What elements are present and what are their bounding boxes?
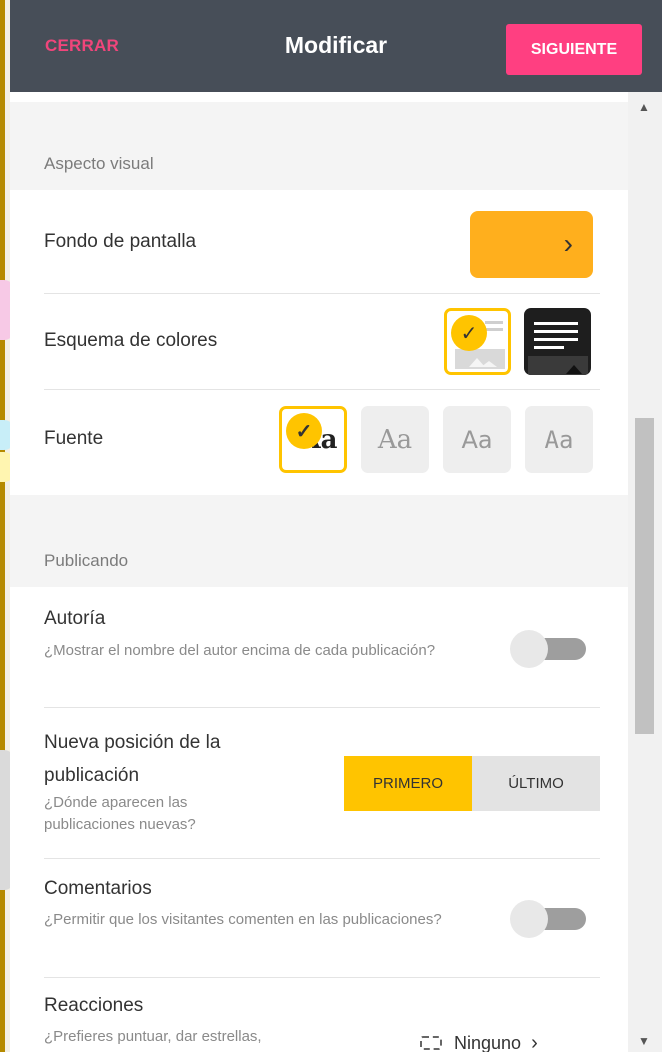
font-option-2[interactable]: Aa [361, 406, 429, 473]
post-position-last-button[interactable]: ÚLTIMO [472, 756, 600, 811]
divider [44, 707, 600, 708]
post-position-description: ¿Dónde aparecen las publicaciones nuevas… [44, 794, 196, 833]
scrollbar-thumb[interactable] [635, 418, 654, 734]
font-sample: Aa [544, 425, 574, 454]
reaction-none-icon [420, 1036, 442, 1050]
reactions-description: ¿Prefieres puntuar, dar estrellas, [44, 1028, 262, 1045]
reactions-value: Ninguno [454, 1032, 522, 1052]
font-sample: Aa [461, 425, 493, 454]
edit-panel: CERRAR Modificar SIGUIENTE Aspecto visua… [10, 0, 662, 1052]
comments-label: Comentarios [44, 878, 152, 899]
next-button[interactable]: SIGUIENTE [506, 24, 642, 75]
post-position-segmented-control: PRIMERO ÚLTIMO [344, 756, 600, 811]
font-option-4[interactable]: Aa [525, 406, 593, 473]
divider [44, 389, 600, 390]
scroll-up-arrow-icon[interactable]: ▲ [638, 100, 650, 114]
check-icon: ✓ [451, 315, 487, 351]
text-line-decor [534, 338, 578, 341]
panel-header: CERRAR Modificar SIGUIENTE [10, 0, 662, 92]
scroll-down-arrow-icon[interactable]: ▼ [638, 1034, 650, 1048]
section-heading-publishing: Publicando [10, 495, 628, 587]
divider [44, 858, 600, 859]
wallpaper-label: Fondo de pantalla [44, 231, 197, 252]
post-position-label: Nueva posición de la publicación [44, 732, 221, 786]
wallpaper-picker-button[interactable]: › [470, 211, 593, 278]
font-option-1[interactable]: Aa ✓ [279, 406, 347, 473]
post-position-first-button[interactable]: PRIMERO [344, 756, 472, 811]
comments-description: ¿Permitir que los visitantes comenten en… [44, 911, 442, 928]
text-line-decor [485, 321, 503, 324]
color-scheme-label: Esquema de colores [44, 330, 218, 351]
check-icon: ✓ [286, 413, 322, 449]
text-line-decor [534, 322, 578, 325]
settings-content: Aspecto visual Fondo de pantalla › Esque… [10, 92, 628, 1052]
text-line-decor [534, 330, 578, 333]
top-spacer [10, 92, 628, 102]
text-line-decor [485, 328, 503, 331]
comments-toggle[interactable] [510, 900, 586, 938]
reactions-label: Reacciones [44, 995, 144, 1016]
toggle-knob [510, 630, 548, 668]
authorship-description: ¿Mostrar el nombre del autor encima de c… [44, 642, 436, 659]
image-placeholder-icon [528, 356, 588, 375]
font-label: Fuente [44, 428, 104, 449]
authorship-toggle[interactable] [510, 630, 586, 668]
divider [44, 977, 600, 978]
chevron-right-icon: › [563, 228, 573, 259]
chevron-right-icon: › [531, 1031, 538, 1052]
font-sample: Aa [377, 424, 413, 455]
reactions-selector[interactable]: Ninguno › [420, 1032, 600, 1052]
color-scheme-dark[interactable] [524, 308, 591, 375]
section-heading-visual-text: Aspecto visual [44, 154, 154, 173]
color-scheme-light[interactable]: ✓ [444, 308, 511, 375]
divider [44, 293, 600, 294]
scrollbar[interactable]: ▲ ▼ [628, 92, 662, 1052]
font-option-3[interactable]: Aa [443, 406, 511, 473]
section-heading-publishing-text: Publicando [44, 551, 129, 570]
backdrop-edge [0, 0, 5, 1052]
image-placeholder-icon [455, 349, 505, 369]
toggle-knob [510, 900, 548, 938]
text-line-decor [534, 346, 564, 349]
authorship-label: Autoría [44, 608, 106, 629]
section-heading-visual: Aspecto visual [10, 102, 628, 190]
